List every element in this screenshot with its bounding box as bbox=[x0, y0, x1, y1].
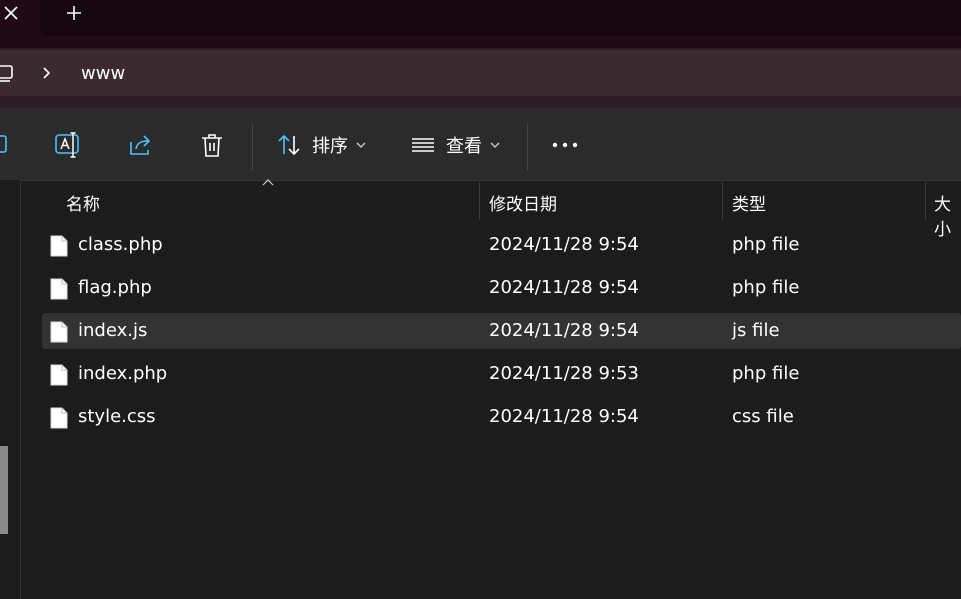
breadcrumb-item-www[interactable]: www bbox=[81, 63, 125, 84]
file-type: php file bbox=[732, 363, 800, 384]
file-icon bbox=[50, 278, 68, 300]
column-header-name[interactable]: 名称 bbox=[66, 190, 100, 215]
column-divider[interactable] bbox=[722, 182, 723, 220]
copy-icon bbox=[0, 135, 7, 153]
file-type: js file bbox=[732, 320, 780, 341]
file-icon bbox=[50, 321, 68, 343]
address-row: www bbox=[0, 48, 961, 108]
file-name[interactable]: flag.php bbox=[78, 277, 152, 298]
command-bar: 排序 查看 bbox=[0, 108, 961, 181]
file-type: css file bbox=[732, 406, 794, 427]
new-tab-button[interactable] bbox=[62, 1, 86, 25]
chevron-right-icon[interactable] bbox=[40, 66, 54, 80]
rename-icon bbox=[55, 132, 79, 158]
file-list: class.php 2024/11/28 9:54 php file flag.php… bbox=[42, 227, 961, 442]
file-name[interactable]: index.js bbox=[78, 320, 147, 341]
this-pc-icon bbox=[0, 65, 13, 82]
tab-bar bbox=[0, 0, 961, 48]
file-icon bbox=[50, 407, 68, 429]
file-row[interactable]: index.js 2024/11/28 9:54 js file bbox=[42, 313, 961, 349]
file-row[interactable]: style.css 2024/11/28 9:54 css file bbox=[42, 399, 961, 435]
file-type: php file bbox=[732, 277, 800, 298]
file-name[interactable]: index.php bbox=[78, 363, 167, 384]
view-button[interactable]: 查看 bbox=[410, 132, 500, 158]
column-header-modified[interactable]: 修改日期 bbox=[489, 190, 557, 215]
file-modified: 2024/11/28 9:54 bbox=[489, 406, 639, 427]
delete-button[interactable] bbox=[200, 132, 224, 158]
tab-strip bbox=[40, 0, 961, 36]
file-modified: 2024/11/28 9:54 bbox=[489, 320, 639, 341]
rename-button[interactable] bbox=[54, 132, 82, 158]
navigation-scrollbar[interactable] bbox=[0, 446, 8, 534]
view-label: 查看 bbox=[446, 136, 482, 157]
view-icon bbox=[412, 138, 434, 152]
file-icon bbox=[50, 364, 68, 386]
column-divider[interactable] bbox=[925, 182, 926, 220]
close-tab-button[interactable] bbox=[0, 0, 22, 26]
copy-button[interactable] bbox=[0, 132, 10, 156]
column-divider[interactable] bbox=[479, 182, 480, 220]
column-header-row: 名称 修改日期 类型 大小 bbox=[21, 180, 961, 240]
share-icon bbox=[130, 135, 151, 155]
toolbar-separator bbox=[527, 124, 528, 170]
share-button[interactable] bbox=[128, 132, 154, 158]
plus-icon bbox=[67, 6, 81, 20]
sort-icon bbox=[278, 134, 300, 156]
chevron-down-icon bbox=[356, 142, 366, 148]
file-type: php file bbox=[732, 234, 800, 255]
more-icon bbox=[552, 142, 578, 148]
file-name[interactable]: style.css bbox=[78, 406, 156, 427]
more-options-button[interactable] bbox=[552, 134, 578, 156]
file-row[interactable]: class.php 2024/11/28 9:54 php file bbox=[42, 227, 961, 263]
chevron-down-icon bbox=[490, 142, 500, 148]
file-modified: 2024/11/28 9:54 bbox=[489, 234, 639, 255]
address-bar[interactable]: www bbox=[0, 50, 961, 96]
delete-icon bbox=[202, 134, 222, 157]
toolbar-separator bbox=[252, 124, 253, 170]
file-modified: 2024/11/28 9:54 bbox=[489, 277, 639, 298]
sort-button[interactable]: 排序 bbox=[276, 132, 366, 158]
sort-label: 排序 bbox=[312, 136, 348, 157]
navigation-pane bbox=[0, 180, 21, 599]
file-icon bbox=[50, 235, 68, 257]
file-name[interactable]: class.php bbox=[78, 234, 163, 255]
close-icon bbox=[4, 6, 18, 20]
file-row[interactable]: flag.php 2024/11/28 9:54 php file bbox=[42, 270, 961, 306]
file-row[interactable]: index.php 2024/11/28 9:53 php file bbox=[42, 356, 961, 392]
file-modified: 2024/11/28 9:53 bbox=[489, 363, 639, 384]
column-header-type[interactable]: 类型 bbox=[732, 190, 766, 215]
